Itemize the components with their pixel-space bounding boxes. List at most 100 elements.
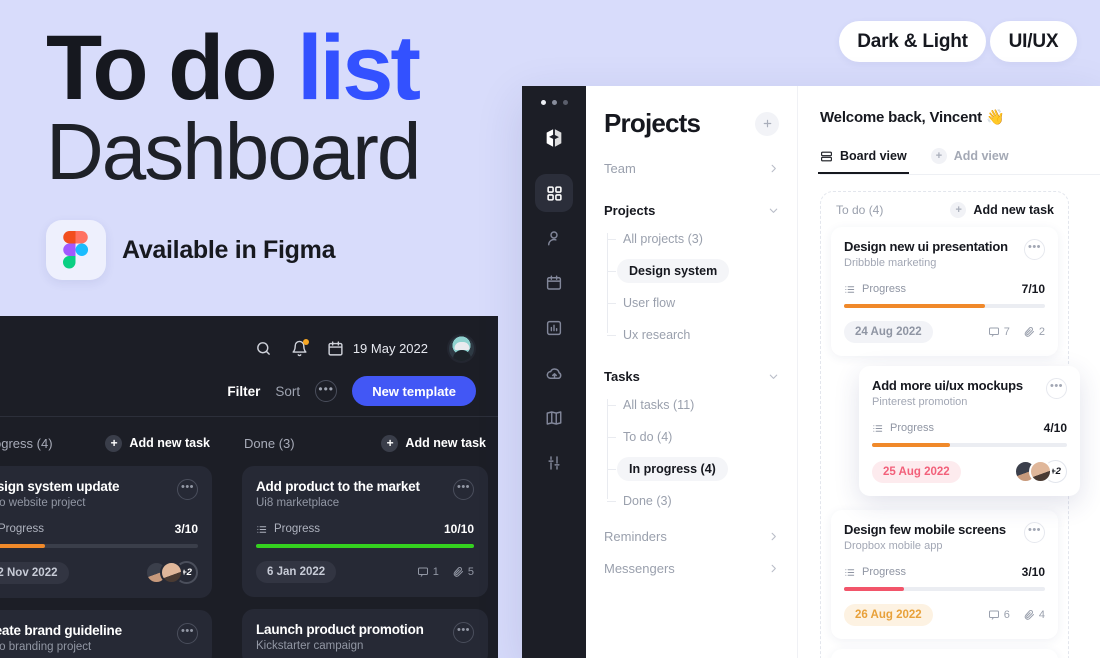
task-card-dragging[interactable]: Add more ui/ux mockups Pinterest promoti… <box>859 366 1080 496</box>
hero-subtitle: Dashboard <box>46 107 421 196</box>
user-icon <box>548 231 558 246</box>
assignee-avatars[interactable]: +2 <box>145 561 198 584</box>
task-more-icon[interactable]: ••• <box>177 479 198 500</box>
add-new-task-button[interactable]: + Add new task <box>950 202 1054 218</box>
task-card[interactable]: Launch product promotion Kickstarter cam… <box>242 609 488 658</box>
rail-item-cloud[interactable] <box>535 354 573 392</box>
sidebar-item-tasks[interactable]: Tasks <box>604 363 779 389</box>
search-icon[interactable] <box>255 340 272 357</box>
sidebar-group-messengers: Messengers <box>604 555 779 581</box>
sidebar-header: Projects <box>604 108 779 139</box>
chevron-right-icon <box>768 563 779 574</box>
dark-board-actions: Filter Sort ••• New template <box>227 376 476 406</box>
add-new-task-label: Add new task <box>129 436 210 450</box>
sidebar-item-done[interactable]: Done (3) <box>607 489 779 513</box>
task-card[interactable]: Create brand guideline Oreo branding pro… <box>0 610 212 658</box>
sidebar-item-projects[interactable]: Projects <box>604 197 779 223</box>
task-subtitle: Pinterest promotion <box>872 396 968 408</box>
sliders-icon <box>548 456 560 470</box>
book-icon <box>546 411 562 425</box>
add-new-task-button[interactable]: + Add new task <box>381 434 486 452</box>
tab-label: Add view <box>953 149 1009 163</box>
sidebar-item-todo[interactable]: To do (4) <box>607 425 779 449</box>
add-new-task-button[interactable]: + Add new task <box>105 434 210 452</box>
task-more-icon[interactable]: ••• <box>453 622 474 643</box>
task-card[interactable]: Design new ui presentation Dribbble mark… <box>831 227 1058 356</box>
dark-column-in-progress: In progress (4) + Add new task Design sy… <box>0 432 212 658</box>
comment-icon <box>417 567 428 577</box>
progress-value: 10/10 <box>443 522 474 536</box>
app-window: Projects Team Projects All projects (3) … <box>522 86 1100 658</box>
task-card[interactable]: Design system update Oreo website projec… <box>0 466 212 598</box>
column-header: In progress (4) + Add new task <box>0 432 212 454</box>
column-todo: To do (4) + Add new task Design new ui p… <box>820 191 1080 658</box>
rail-item-settings[interactable] <box>535 444 573 482</box>
main-content: Welcome back, Vincent 👋 Board view + Add… <box>798 86 1100 658</box>
board-icon <box>821 151 832 161</box>
progress-bar <box>844 587 1045 591</box>
sidebar-item-team[interactable]: Team <box>604 155 779 181</box>
tab-board-view[interactable]: Board view <box>818 149 909 174</box>
paperclip-icon <box>453 567 463 577</box>
progress-label: Progress <box>274 523 321 535</box>
new-template-button[interactable]: New template <box>352 376 476 406</box>
progress-bar <box>872 443 1067 447</box>
plus-icon: + <box>930 148 947 164</box>
task-more-icon[interactable]: ••• <box>177 623 198 644</box>
sidebar-item-reminders[interactable]: Reminders <box>604 523 779 549</box>
task-card[interactable]: Add product to the market Ui8 marketplac… <box>242 466 488 597</box>
task-more-icon[interactable]: ••• <box>1024 522 1045 543</box>
rail-item-library[interactable] <box>535 399 573 437</box>
rail-item-reports[interactable] <box>535 309 573 347</box>
hero-title-accent: list <box>297 17 421 119</box>
sidebar-item-ux-research[interactable]: Ux research <box>607 323 779 347</box>
cloud-upload-icon <box>546 367 561 379</box>
attachment-count: 4 <box>1023 609 1045 621</box>
filter-button[interactable]: Filter <box>227 384 260 399</box>
progress-bar <box>844 304 1045 308</box>
comment-icon <box>988 610 999 620</box>
figma-label: Available in Figma <box>122 235 336 264</box>
sidebar-item-label: User flow <box>623 296 676 310</box>
task-card[interactable]: Create a tweet and promote ••• <box>831 649 1058 658</box>
rail-item-people[interactable] <box>535 219 573 257</box>
attachment-count: 2 <box>1023 326 1045 338</box>
sort-button[interactable]: Sort <box>275 384 300 399</box>
task-title: Create brand guideline <box>0 623 122 638</box>
progress-label: Progress <box>862 566 907 578</box>
page-title: To do list <box>46 22 421 114</box>
sidebar-item-all-tasks[interactable]: All tasks (11) <box>607 393 779 417</box>
notifications-bell-icon[interactable] <box>291 339 309 357</box>
tab-add-view[interactable]: + Add view <box>930 148 1009 164</box>
more-options-icon[interactable]: ••• <box>315 380 338 402</box>
add-project-button[interactable] <box>755 111 779 136</box>
task-subtitle: Kickstarter campaign <box>256 640 364 652</box>
sidebar-item-messengers[interactable]: Messengers <box>604 555 779 581</box>
badge-dark-and-light: Dark & Light <box>839 21 986 62</box>
sidebar-item-in-progress[interactable]: In progress (4) <box>607 457 779 481</box>
view-tabs: Board view + Add view <box>818 148 1100 175</box>
task-more-icon[interactable]: ••• <box>1046 378 1067 399</box>
sidebar-item-design-system[interactable]: Design system <box>607 259 779 283</box>
calendar-icon[interactable] <box>327 340 344 357</box>
comment-count: 6 <box>988 609 1010 621</box>
progress-value: 4/10 <box>1043 421 1067 435</box>
rail-item-dashboard[interactable] <box>535 174 573 212</box>
paperclip-icon <box>1024 610 1034 620</box>
sidebar-item-all-projects[interactable]: All projects (3) <box>607 227 779 251</box>
rail-item-calendar[interactable] <box>535 264 573 302</box>
column-title: In progress (4) <box>0 435 53 451</box>
task-more-icon[interactable]: ••• <box>1024 239 1045 260</box>
sidebar-item-label: Design system <box>617 259 730 283</box>
dark-column-done: Done (3) + Add new task Add product to t… <box>242 432 488 658</box>
paperclip-icon <box>1024 327 1034 337</box>
avatar[interactable] <box>447 334 476 363</box>
task-card[interactable]: Design few mobile screens Dropbox mobile… <box>831 510 1058 639</box>
assignee-avatars[interactable]: +2 <box>1014 460 1067 483</box>
sidebar-item-label: To do (4) <box>623 430 673 444</box>
calendar-icon <box>546 275 562 290</box>
task-more-icon[interactable]: ••• <box>453 479 474 500</box>
add-new-task-label: Add new task <box>973 203 1054 217</box>
sidebar-item-user-flow[interactable]: User flow <box>607 291 779 315</box>
app-logo-icon[interactable] <box>543 127 565 154</box>
